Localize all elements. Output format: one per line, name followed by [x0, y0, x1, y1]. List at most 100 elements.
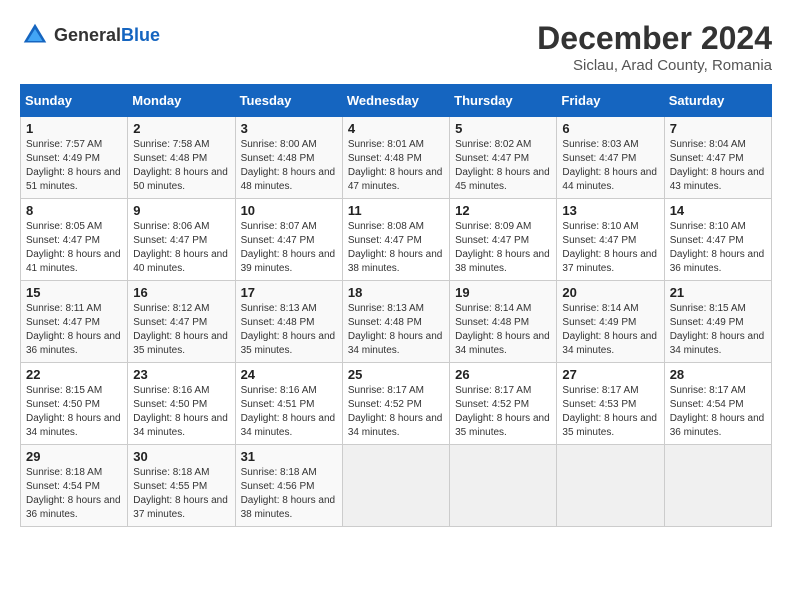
day-info: Sunrise: 8:16 AM Sunset: 4:50 PM Dayligh… [133, 384, 229, 440]
day-number: 20 [562, 285, 658, 300]
calendar-week-row: 1 Sunrise: 7:57 AM Sunset: 4:49 PM Daylig… [21, 117, 772, 199]
day-number: 4 [348, 121, 444, 136]
day-info: Sunrise: 8:14 AM Sunset: 4:49 PM Dayligh… [562, 302, 658, 358]
day-info: Sunrise: 8:18 AM Sunset: 4:55 PM Dayligh… [133, 466, 229, 522]
calendar-cell: 1 Sunrise: 7:57 AM Sunset: 4:49 PM Daylig… [21, 117, 128, 199]
day-info: Sunrise: 8:17 AM Sunset: 4:53 PM Dayligh… [562, 384, 658, 440]
calendar-cell: 27 Sunrise: 8:17 AM Sunset: 4:53 PM Dayli… [557, 363, 664, 445]
day-info: Sunrise: 8:03 AM Sunset: 4:47 PM Dayligh… [562, 138, 658, 194]
day-number: 11 [348, 203, 444, 218]
calendar-week-row: 22 Sunrise: 8:15 AM Sunset: 4:50 PM Dayli… [21, 363, 772, 445]
calendar-cell: 13Sunrise: 8:10 AM Sunset: 4:47 PM Dayli… [557, 199, 664, 281]
day-info: Sunrise: 8:02 AM Sunset: 4:47 PM Dayligh… [455, 138, 551, 194]
logo-icon [20, 20, 50, 50]
day-info: Sunrise: 8:17 AM Sunset: 4:52 PM Dayligh… [455, 384, 551, 440]
calendar-cell: 31 Sunrise: 8:18 AM Sunset: 4:56 PM Dayli… [235, 445, 342, 527]
day-number: 12 [455, 203, 551, 218]
day-number: 1 [26, 121, 122, 136]
calendar-cell: 11 Sunrise: 8:08 AM Sunset: 4:47 PM Dayli… [342, 199, 449, 281]
calendar-cell: 12 Sunrise: 8:09 AM Sunset: 4:47 PM Dayli… [450, 199, 557, 281]
day-info: Sunrise: 8:11 AM Sunset: 4:47 PM Dayligh… [26, 302, 122, 358]
day-number: 27 [562, 367, 658, 382]
day-info: Sunrise: 8:15 AM Sunset: 4:49 PM Dayligh… [670, 302, 766, 358]
calendar-cell [664, 445, 771, 527]
day-info: Sunrise: 8:18 AM Sunset: 4:56 PM Dayligh… [241, 466, 337, 522]
calendar-cell [557, 445, 664, 527]
day-info: Sunrise: 8:09 AM Sunset: 4:47 PM Dayligh… [455, 220, 551, 276]
day-number: 3 [241, 121, 337, 136]
day-number: 26 [455, 367, 551, 382]
calendar-cell: 24 Sunrise: 8:16 AM Sunset: 4:51 PM Dayli… [235, 363, 342, 445]
logo-general: General [54, 25, 121, 45]
day-number: 19 [455, 285, 551, 300]
day-number: 10 [241, 203, 337, 218]
calendar-cell: 3 Sunrise: 8:00 AM Sunset: 4:48 PM Daylig… [235, 117, 342, 199]
day-number: 16 [133, 285, 229, 300]
day-info: Sunrise: 8:05 AM Sunset: 4:47 PM Dayligh… [26, 220, 122, 276]
calendar-cell: 16 Sunrise: 8:12 AM Sunset: 4:47 PM Dayli… [128, 281, 235, 363]
day-info: Sunrise: 8:01 AM Sunset: 4:48 PM Dayligh… [348, 138, 444, 194]
day-info: Sunrise: 8:12 AM Sunset: 4:47 PM Dayligh… [133, 302, 229, 358]
day-info: Sunrise: 8:10 AM Sunset: 4:47 PM Dayligh… [562, 220, 658, 276]
calendar-cell: 2 Sunrise: 7:58 AM Sunset: 4:48 PM Daylig… [128, 117, 235, 199]
day-number: 14 [670, 203, 766, 218]
calendar-cell: 5 Sunrise: 8:02 AM Sunset: 4:47 PM Daylig… [450, 117, 557, 199]
calendar-cell: 6 Sunrise: 8:03 AM Sunset: 4:47 PM Daylig… [557, 117, 664, 199]
logo-blue: Blue [121, 25, 160, 45]
day-info: Sunrise: 8:00 AM Sunset: 4:48 PM Dayligh… [241, 138, 337, 194]
day-info: Sunrise: 8:18 AM Sunset: 4:54 PM Dayligh… [26, 466, 122, 522]
calendar-cell: 26 Sunrise: 8:17 AM Sunset: 4:52 PM Dayli… [450, 363, 557, 445]
logo: GeneralBlue [20, 20, 160, 50]
calendar-week-row: 15 Sunrise: 8:11 AM Sunset: 4:47 PM Dayli… [21, 281, 772, 363]
calendar-cell: 19 Sunrise: 8:14 AM Sunset: 4:48 PM Dayli… [450, 281, 557, 363]
day-number: 17 [241, 285, 337, 300]
calendar-cell: 10 Sunrise: 8:07 AM Sunset: 4:47 PM Dayli… [235, 199, 342, 281]
logo-text: GeneralBlue [54, 25, 160, 46]
day-number: 31 [241, 449, 337, 464]
calendar-cell: 25 Sunrise: 8:17 AM Sunset: 4:52 PM Dayli… [342, 363, 449, 445]
title-area: December 2024 Siclau, Arad County, Roman… [537, 20, 772, 74]
day-info: Sunrise: 7:58 AM Sunset: 4:48 PM Dayligh… [133, 138, 229, 194]
calendar-cell: 4 Sunrise: 8:01 AM Sunset: 4:48 PM Daylig… [342, 117, 449, 199]
day-info: Sunrise: 8:10 AM Sunset: 4:47 PM Dayligh… [670, 220, 766, 276]
weekday-header-saturday: Saturday [664, 85, 771, 117]
day-number: 8 [26, 203, 122, 218]
day-info: Sunrise: 8:06 AM Sunset: 4:47 PM Dayligh… [133, 220, 229, 276]
calendar-cell: 15 Sunrise: 8:11 AM Sunset: 4:47 PM Dayli… [21, 281, 128, 363]
calendar-week-row: 29 Sunrise: 8:18 AM Sunset: 4:54 PM Dayli… [21, 445, 772, 527]
day-info: Sunrise: 8:17 AM Sunset: 4:52 PM Dayligh… [348, 384, 444, 440]
day-info: Sunrise: 8:15 AM Sunset: 4:50 PM Dayligh… [26, 384, 122, 440]
day-info: Sunrise: 7:57 AM Sunset: 4:49 PM Dayligh… [26, 138, 122, 194]
main-title: December 2024 [537, 20, 772, 57]
day-number: 15 [26, 285, 122, 300]
day-number: 22 [26, 367, 122, 382]
day-info: Sunrise: 8:07 AM Sunset: 4:47 PM Dayligh… [241, 220, 337, 276]
day-number: 30 [133, 449, 229, 464]
day-number: 29 [26, 449, 122, 464]
day-info: Sunrise: 8:16 AM Sunset: 4:51 PM Dayligh… [241, 384, 337, 440]
day-number: 23 [133, 367, 229, 382]
day-number: 9 [133, 203, 229, 218]
day-info: Sunrise: 8:08 AM Sunset: 4:47 PM Dayligh… [348, 220, 444, 276]
day-number: 25 [348, 367, 444, 382]
weekday-header-tuesday: Tuesday [235, 85, 342, 117]
day-number: 6 [562, 121, 658, 136]
calendar-cell: 17 Sunrise: 8:13 AM Sunset: 4:48 PM Dayli… [235, 281, 342, 363]
calendar-cell: 30 Sunrise: 8:18 AM Sunset: 4:55 PM Dayli… [128, 445, 235, 527]
calendar-week-row: 8 Sunrise: 8:05 AM Sunset: 4:47 PM Daylig… [21, 199, 772, 281]
weekday-header-thursday: Thursday [450, 85, 557, 117]
day-number: 18 [348, 285, 444, 300]
day-number: 24 [241, 367, 337, 382]
day-number: 21 [670, 285, 766, 300]
day-info: Sunrise: 8:17 AM Sunset: 4:54 PM Dayligh… [670, 384, 766, 440]
day-number: 5 [455, 121, 551, 136]
calendar-cell: 23 Sunrise: 8:16 AM Sunset: 4:50 PM Dayli… [128, 363, 235, 445]
day-info: Sunrise: 8:14 AM Sunset: 4:48 PM Dayligh… [455, 302, 551, 358]
weekday-header-monday: Monday [128, 85, 235, 117]
day-info: Sunrise: 8:13 AM Sunset: 4:48 PM Dayligh… [241, 302, 337, 358]
calendar-cell: 29 Sunrise: 8:18 AM Sunset: 4:54 PM Dayli… [21, 445, 128, 527]
weekday-header-wednesday: Wednesday [342, 85, 449, 117]
day-number: 2 [133, 121, 229, 136]
day-number: 28 [670, 367, 766, 382]
calendar-cell: 7Sunrise: 8:04 AM Sunset: 4:47 PM Daylig… [664, 117, 771, 199]
